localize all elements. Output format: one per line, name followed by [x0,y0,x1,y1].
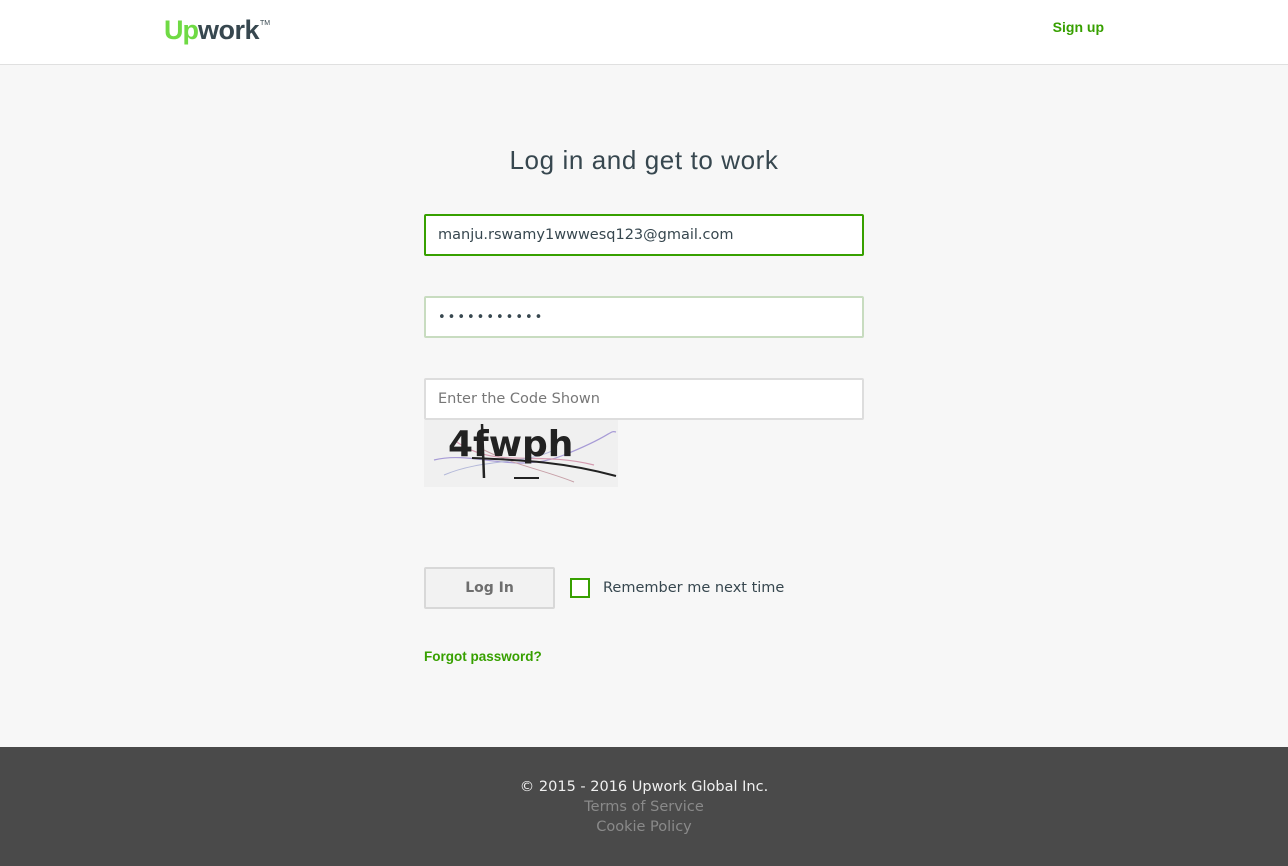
logo-work-text: work [198,15,260,45]
password-field[interactable] [424,296,864,338]
remember-me-checkbox[interactable] [570,578,590,598]
remember-me-label: Remember me next time [603,580,785,596]
cookie-policy-link[interactable]: Cookie Policy [596,819,692,835]
logo-up-text: Up [164,15,199,45]
captcha-image: 4fwph [424,420,618,487]
upwork-logo[interactable]: Up work TM [164,14,270,48]
copyright-text: © 2015 - 2016 Upwork Global Inc. [519,779,769,795]
page-title: Log in and get to work [509,145,779,175]
captcha-text: 4fwph [448,424,573,465]
remember-me-toggle[interactable]: Remember me next time [570,578,784,598]
captcha-graphic: 4fwph [424,420,618,487]
forgot-password-link[interactable]: Forgot password? [424,648,542,666]
terms-of-service-link[interactable]: Terms of Service [584,799,703,815]
page-footer: © 2015 - 2016 Upwork Global Inc. Terms o… [0,747,1288,866]
captcha-code-input[interactable] [424,378,864,420]
top-header: Up work TM Sign up [0,0,1288,65]
signup-link[interactable]: Sign up [1053,18,1104,36]
logo-trademark: TM [260,20,271,27]
email-field[interactable] [424,214,864,256]
login-button[interactable]: Log In [424,567,555,609]
